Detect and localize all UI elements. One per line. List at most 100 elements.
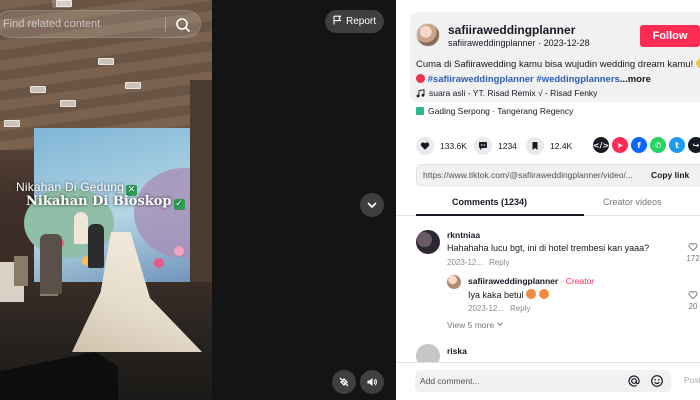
reply-like-button[interactable]: 20 (685, 290, 700, 311)
heart-icon (416, 137, 434, 155)
commenter-avatar[interactable] (416, 344, 440, 362)
reply-like-count: 20 (688, 302, 698, 311)
location-label: Gading Serpong · Tangerang Regency (428, 106, 574, 116)
comment-meta: 2023-12... Reply (447, 258, 509, 267)
guest (40, 234, 62, 294)
whatsapp-icon[interactable]: ✆ (650, 137, 666, 153)
chevron-down-icon (367, 202, 377, 209)
author-username[interactable]: safiiraweddingplanner (448, 23, 575, 37)
chevron-down-icon (497, 322, 504, 327)
location-row[interactable]: Gading Serpong · Tangerang Regency (416, 106, 573, 116)
comment-count: 1234 (498, 141, 517, 151)
post-date: 2023-12-28 (543, 38, 590, 48)
share-more-icon[interactable]: ↪ (688, 137, 700, 153)
tab-comments[interactable]: Comments (1234) (452, 197, 527, 207)
volume-icon (367, 378, 377, 386)
music-row[interactable]: suara asli - YT. Risad Remix √ - Risad F… (416, 88, 597, 98)
comment-button[interactable]: 1234 (474, 136, 517, 156)
reply-text: Iya kaka betul (468, 289, 549, 300)
report-label: Report (345, 16, 376, 27)
video-player[interactable]: Nikahan Di Gedung✕ Nikahan Di Bioskop✓ R… (0, 0, 396, 400)
reply-username[interactable]: safiiraweddingplanner · Creator (468, 276, 594, 286)
location-icon (416, 107, 424, 115)
copy-link-box: https://www.tiktok.com/@safiiraweddingpl… (416, 164, 700, 186)
bride (74, 212, 88, 244)
commenter-avatar[interactable] (416, 230, 440, 254)
search-bar[interactable] (0, 10, 201, 38)
ceiling-light (4, 120, 20, 127)
view-more-replies[interactable]: View 5 more (447, 320, 504, 330)
panel-tabs: Comments (1234) Creator videos (396, 192, 700, 216)
comment-list: rkntniaa Hahahaha lucu bgt, ini di hotel… (396, 222, 700, 362)
report-button[interactable]: Report (325, 10, 384, 33)
comment-like-count: 172 (686, 254, 700, 263)
party-emoji-icon (526, 289, 537, 299)
chair (14, 256, 28, 286)
search-icon[interactable] (173, 15, 193, 35)
copy-link-button[interactable]: Copy link (651, 170, 689, 180)
reply-button[interactable]: Reply (489, 258, 509, 267)
music-note-icon (416, 88, 425, 97)
bookmark-icon (526, 137, 544, 155)
volume-button[interactable] (360, 370, 384, 394)
heart-outline-icon (688, 243, 698, 252)
embed-icon[interactable]: </> (593, 137, 609, 153)
reply-date: 2023-12... (468, 304, 505, 313)
smile-emoji-icon (695, 59, 700, 68)
reply-meta: 2023-12... Reply (468, 304, 530, 313)
more-link[interactable]: ...more (620, 74, 651, 85)
flag-icon (333, 15, 342, 28)
save-count: 12.4K (550, 141, 573, 151)
heart-outline-icon (688, 291, 698, 300)
video-url: https://www.tiktok.com/@safiiraweddingpl… (423, 170, 633, 180)
author-avatar[interactable] (416, 23, 440, 47)
add-comment-box[interactable] (415, 370, 671, 392)
follow-button[interactable]: Follow (640, 25, 700, 47)
comment-like-button[interactable]: 172 (685, 242, 700, 263)
ceiling-light (98, 58, 114, 65)
floating-player-button[interactable] (332, 370, 356, 394)
wall-right (190, 80, 212, 310)
commenter-username[interactable]: rkntniaa (447, 230, 480, 240)
search-divider (165, 17, 166, 32)
author-handle[interactable]: safiiraweddingplanner (448, 38, 536, 48)
heart-emoji-icon (416, 74, 425, 83)
comment-text: Hahahaha lucu bgt, ini di hotel trembesi… (447, 243, 650, 253)
ceiling-light (60, 100, 76, 107)
commenter-username[interactable]: riska (447, 346, 467, 356)
active-tab-underline (416, 214, 584, 216)
comment-composer: Post (396, 362, 700, 400)
comment-icon (474, 137, 492, 155)
save-button[interactable]: 12.4K (526, 136, 572, 156)
search-input[interactable] (3, 11, 163, 37)
emoji-icon[interactable] (650, 374, 664, 388)
post-button[interactable]: Post (684, 375, 700, 385)
reply-button[interactable]: Reply (510, 304, 530, 313)
next-video-button[interactable] (360, 193, 384, 217)
comment-date: 2023-12... (447, 258, 484, 267)
video-frame: Nikahan Di Gedung ✕ Nikahan Di Bioskop ✓ (0, 0, 212, 400)
hashtag-link[interactable]: #weddingplanners (536, 74, 619, 85)
hashtag-link[interactable]: #safiiraweddingplanner (428, 74, 534, 85)
caption-body: Cuma di Safiirawedding kamu bisa wujudin… (416, 59, 694, 70)
music-title: suara asli - YT. Risad Remix √ - Risad F… (429, 88, 598, 98)
creator-badge: · Creator (560, 276, 595, 286)
author-subline: safiiraweddingplanner · 2023-12-28 (448, 38, 590, 48)
like-count: 133.6K (440, 141, 467, 151)
ceiling-light (30, 86, 46, 93)
floating-player-icon (339, 377, 349, 387)
at-icon[interactable] (627, 374, 641, 388)
send-icon[interactable]: ➤ (612, 137, 628, 153)
post-caption: Cuma di Safiirawedding kamu bisa wujudin… (416, 57, 700, 87)
party-emoji-icon (538, 289, 549, 299)
groom (88, 224, 104, 268)
action-bar: 133.6K 1234 12.4K </> ➤ f ✆ t ↪ (416, 136, 700, 156)
ceiling-light (125, 82, 141, 89)
facebook-icon[interactable]: f (631, 137, 647, 153)
like-button[interactable]: 133.6K (416, 136, 467, 156)
tab-creator-videos[interactable]: Creator videos (603, 197, 662, 207)
add-comment-input[interactable] (420, 373, 620, 389)
author-card: safiiraweddingplanner safiiraweddingplan… (410, 12, 700, 102)
twitter-icon[interactable]: t (669, 137, 685, 153)
creator-avatar[interactable] (447, 275, 461, 289)
